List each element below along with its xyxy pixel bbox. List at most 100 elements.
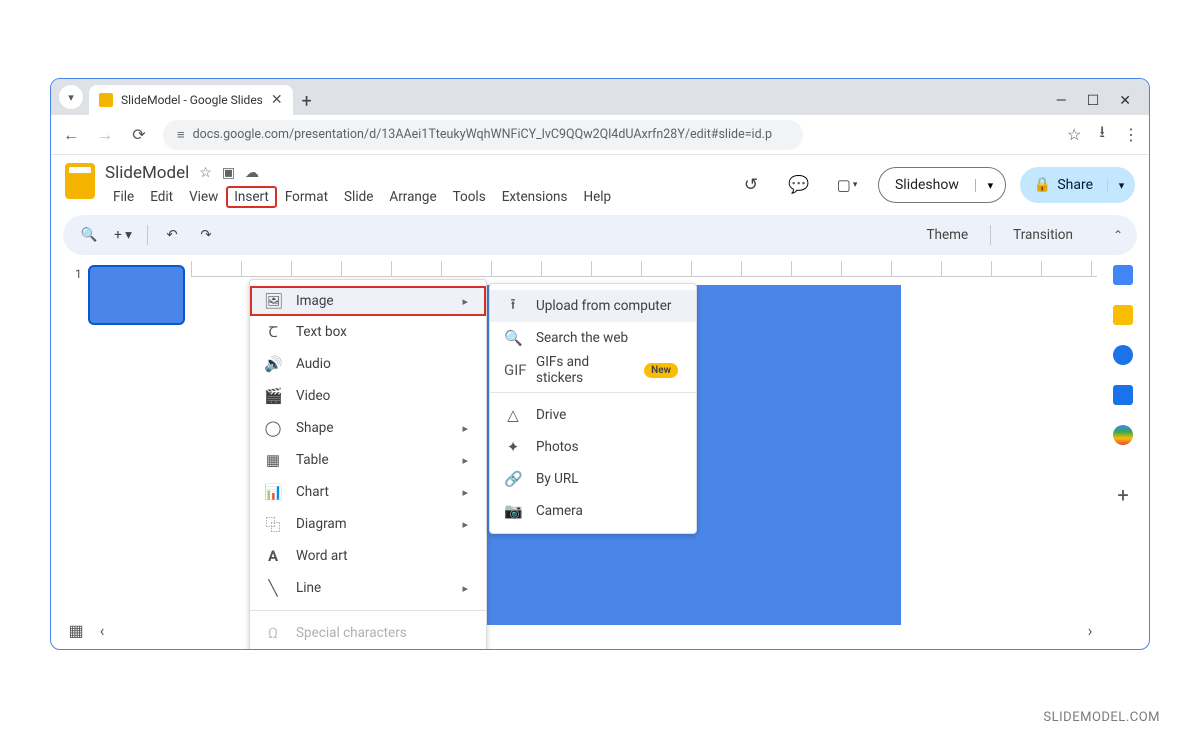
image-gifs-item[interactable]: GIFGIFs and stickersNew: [490, 354, 696, 386]
site-info-icon[interactable]: ≡: [177, 127, 185, 143]
share-dropdown-icon[interactable]: ▾: [1107, 179, 1135, 192]
bottom-bar: ▦ ‹ ›: [63, 615, 1103, 645]
shape-icon: ◯: [264, 419, 282, 437]
thumbnail-item[interactable]: 1: [75, 265, 185, 325]
move-document-icon[interactable]: ▣: [222, 165, 235, 181]
window-minimize-icon[interactable]: —: [1056, 93, 1067, 109]
insert-image-item[interactable]: 🖼 Image ▸: [250, 286, 486, 316]
slideshow-dropdown-icon[interactable]: ▾: [975, 179, 1005, 192]
meet-icon[interactable]: ▢▾: [830, 168, 864, 202]
tab-title: SlideModel - Google Slides: [121, 93, 263, 107]
image-camera-item[interactable]: 📷Camera: [490, 495, 696, 527]
insert-shape-item[interactable]: ◯Shape▸: [250, 412, 486, 444]
browser-tab[interactable]: SlideModel - Google Slides ✕: [89, 85, 293, 115]
star-document-icon[interactable]: ☆: [199, 165, 212, 181]
slides-logo-icon[interactable]: [65, 163, 95, 199]
new-slide-dropdown-icon[interactable]: + ▾: [111, 227, 135, 243]
undo-icon[interactable]: ↶: [160, 227, 184, 243]
new-tab-button[interactable]: +: [293, 87, 321, 115]
menu-help[interactable]: Help: [575, 186, 619, 208]
insert-line-item[interactable]: ╲Line▸: [250, 572, 486, 604]
transition-button[interactable]: Transition: [1013, 227, 1073, 243]
tab-search-button[interactable]: ▾: [59, 85, 83, 109]
nav-reload-icon[interactable]: ⟳: [129, 125, 149, 144]
audio-icon: 🔊: [264, 355, 282, 373]
redo-icon[interactable]: ↷: [194, 227, 218, 243]
tab-close-icon[interactable]: ✕: [271, 92, 283, 108]
comments-icon[interactable]: 💬: [782, 168, 816, 202]
photos-icon: ✦: [504, 438, 522, 456]
share-label: Share: [1057, 177, 1093, 193]
prev-slide-icon[interactable]: ‹: [89, 621, 115, 640]
nav-back-icon[interactable]: ←: [61, 125, 81, 145]
contacts-panel-icon[interactable]: [1113, 385, 1133, 405]
thumbnail-preview[interactable]: [88, 265, 185, 325]
search-menus-icon[interactable]: 🔍: [77, 227, 101, 243]
nav-forward-icon[interactable]: →: [95, 125, 115, 145]
cloud-status-icon[interactable]: ☁: [245, 165, 259, 181]
url-text: docs.google.com/presentation/d/13AAei1Tt…: [193, 127, 772, 142]
image-byurl-item[interactable]: 🔗By URL: [490, 463, 696, 495]
menu-file[interactable]: File: [105, 186, 142, 208]
share-button[interactable]: 🔒 Share ▾: [1020, 167, 1135, 203]
document-title[interactable]: SlideModel: [105, 163, 189, 183]
ruler: [191, 261, 1097, 277]
image-drive-item[interactable]: △Drive: [490, 399, 696, 431]
insert-textbox-item[interactable]: ꞆText box: [250, 316, 486, 348]
lock-icon: 🔒: [1034, 177, 1051, 193]
insert-wordart-item[interactable]: AWord art: [250, 540, 486, 572]
image-photos-item[interactable]: ✦Photos: [490, 431, 696, 463]
browser-menu-icon[interactable]: ⋮: [1123, 125, 1139, 144]
image-submenu: ⭱Upload from computer 🔍Search the web GI…: [489, 283, 697, 534]
toolbar: 🔍 + ▾ ↶ ↷ Theme Transition ⌃: [63, 215, 1137, 255]
add-panel-icon[interactable]: +: [1117, 483, 1128, 507]
insert-chart-item[interactable]: 📊Chart▸: [250, 476, 486, 508]
window-maximize-icon[interactable]: ☐: [1087, 93, 1100, 109]
menu-slide[interactable]: Slide: [336, 186, 381, 208]
chart-icon: 📊: [264, 483, 282, 501]
maps-panel-icon[interactable]: [1113, 425, 1133, 445]
insert-video-item[interactable]: 🎬Video: [250, 380, 486, 412]
browser-tabstrip: ▾ SlideModel - Google Slides ✕ + — ☐ ✕: [51, 79, 1149, 115]
history-icon[interactable]: ↺: [734, 168, 768, 202]
theme-button[interactable]: Theme: [927, 227, 969, 243]
url-icon: 🔗: [504, 470, 522, 488]
menu-edit[interactable]: Edit: [142, 186, 181, 208]
menu-format[interactable]: Format: [277, 186, 336, 208]
image-icon: 🖼: [264, 292, 282, 310]
downloads-icon[interactable]: ⭳: [1099, 121, 1105, 148]
toolbar-collapse-icon[interactable]: ⌃: [1113, 228, 1123, 242]
menu-insert[interactable]: Insert: [226, 186, 277, 208]
next-slide-icon[interactable]: ›: [1077, 621, 1103, 640]
insert-table-item[interactable]: ▦Table▸: [250, 444, 486, 476]
image-upload-item[interactable]: ⭱Upload from computer: [490, 290, 696, 322]
tasks-panel-icon[interactable]: [1113, 345, 1133, 365]
insert-specialchars-item: ΩSpecial characters: [250, 617, 486, 649]
slideshow-label[interactable]: Slideshow: [879, 177, 975, 193]
slideshow-button[interactable]: Slideshow ▾: [878, 167, 1006, 203]
insert-audio-item[interactable]: 🔊Audio: [250, 348, 486, 380]
menu-tools[interactable]: Tools: [445, 186, 494, 208]
slide-thumbnails: 1: [51, 255, 191, 650]
insert-diagram-item[interactable]: ⿻Diagram▸: [250, 508, 486, 540]
menu-label: Image: [296, 293, 334, 309]
header-right: ↺ 💬 ▢▾ Slideshow ▾ 🔒 Share ▾: [734, 167, 1135, 203]
menu-extensions[interactable]: Extensions: [494, 186, 576, 208]
keep-panel-icon[interactable]: [1113, 305, 1133, 325]
window-controls: — ☐ ✕: [1056, 93, 1143, 115]
slides-favicon: [99, 93, 113, 107]
grid-view-icon[interactable]: ▦: [63, 621, 89, 640]
menu-arrange[interactable]: Arrange: [381, 186, 444, 208]
textbox-icon: Ꞇ: [264, 322, 282, 342]
address-bar[interactable]: ≡ docs.google.com/presentation/d/13AAei1…: [163, 120, 803, 150]
menu-view[interactable]: View: [181, 186, 226, 208]
image-searchweb-item[interactable]: 🔍Search the web: [490, 322, 696, 354]
bookmark-star-icon[interactable]: ☆: [1067, 125, 1081, 144]
upload-icon: ⭱: [504, 294, 522, 319]
calendar-panel-icon[interactable]: [1113, 265, 1133, 285]
thumbnail-index: 1: [75, 265, 82, 325]
window-close-icon[interactable]: ✕: [1119, 93, 1131, 109]
menubar: File Edit View Insert Format Slide Arran…: [105, 186, 619, 208]
search-icon: 🔍: [504, 329, 522, 347]
camera-icon: 📷: [504, 502, 522, 520]
